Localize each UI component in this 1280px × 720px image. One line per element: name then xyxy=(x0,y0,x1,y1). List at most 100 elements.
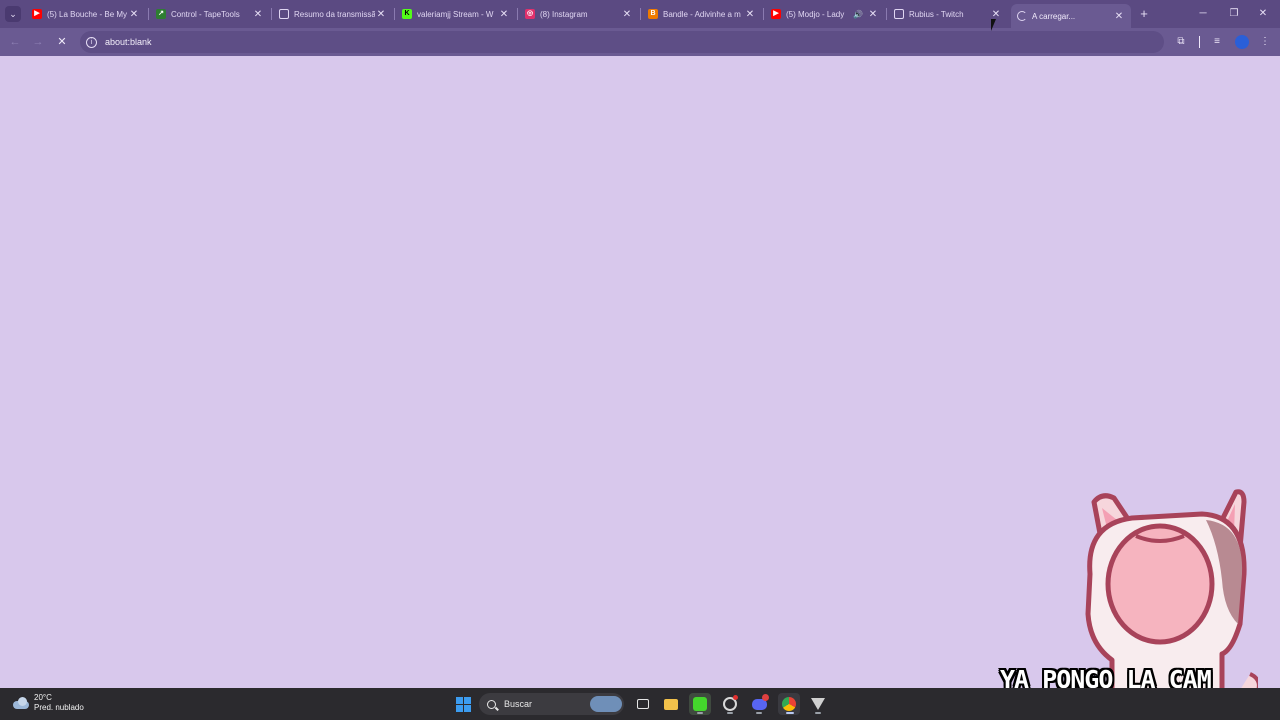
close-window-button[interactable]: ✕ xyxy=(1248,4,1278,24)
youtube-icon: ▶ xyxy=(771,9,781,19)
close-tab-icon[interactable]: ✕ xyxy=(375,9,387,20)
extensions-icon[interactable]: ⧉ xyxy=(1173,34,1189,50)
close-tab-icon[interactable]: ✕ xyxy=(744,9,756,20)
more-menu-icon[interactable]: ⋮ xyxy=(1257,34,1273,50)
speaker-icon[interactable]: 🔊 xyxy=(853,10,863,19)
tab-title: A carregar... xyxy=(1032,11,1076,21)
close-tab-icon[interactable]: ✕ xyxy=(1113,11,1125,22)
running-indicator xyxy=(815,712,821,714)
close-tab-icon[interactable]: ✕ xyxy=(252,9,264,20)
tab-separator xyxy=(886,8,887,20)
tab-title: Rubius - Twitch xyxy=(909,9,964,19)
tab-title: valeriamjj Stream - W xyxy=(417,9,494,19)
close-icon: ✕ xyxy=(1258,8,1268,19)
windows-taskbar: 20°C Pred. nublado Buscar xyxy=(0,688,1280,720)
close-tab-icon[interactable]: ✕ xyxy=(621,9,633,20)
stop-loading-button[interactable]: ✕ xyxy=(54,34,70,50)
twitch-icon xyxy=(894,9,904,19)
tab-separator xyxy=(148,8,149,20)
minimize-button[interactable]: ─ xyxy=(1188,4,1218,24)
weather-widget[interactable]: 20°C Pred. nublado xyxy=(12,693,84,713)
windows-logo-icon xyxy=(455,696,471,712)
notification-badge xyxy=(762,694,769,701)
tab-separator xyxy=(640,8,641,20)
tab-rubius-twitch[interactable]: Rubius - Twitch ✕ xyxy=(888,4,1008,24)
running-indicator xyxy=(727,712,733,714)
file-explorer-button[interactable] xyxy=(660,693,682,715)
close-tab-icon[interactable]: ✕ xyxy=(867,9,879,20)
youtube-icon: ▶ xyxy=(32,9,42,19)
obs-app-button[interactable] xyxy=(719,693,741,715)
streamer-app-button[interactable] xyxy=(807,693,829,715)
running-indicator xyxy=(697,712,703,714)
profile-avatar[interactable] xyxy=(1235,35,1249,49)
taskbar-search[interactable]: Buscar xyxy=(479,693,624,715)
tab-strip: ⌄ ▶ (5) La Bouche - Be My Lover ✕ ↗ Cont… xyxy=(0,0,1280,28)
chrome-icon xyxy=(782,697,796,711)
chrome-app-button[interactable] xyxy=(778,693,800,715)
weather-temperature: 20°C xyxy=(34,693,52,702)
tab-title: Resumo da transmissão xyxy=(294,9,375,19)
cloud-icon xyxy=(12,697,30,709)
instagram-icon: ◎ xyxy=(525,9,535,19)
tab-loading-active[interactable]: A carregar... ✕ xyxy=(1011,4,1131,28)
cat-mouth xyxy=(1105,523,1215,645)
close-tab-icon[interactable]: ✕ xyxy=(498,9,510,20)
search-highlight-image xyxy=(590,696,622,712)
back-button[interactable]: ← xyxy=(7,34,23,50)
tab-valeriamjj-stream[interactable]: K valeriamjj Stream - W ✕ xyxy=(396,4,516,24)
tab-tapetools[interactable]: ↗ Control - TapeTools ✕ xyxy=(150,4,270,24)
media-controls-icon[interactable]: ≡ xyxy=(1209,34,1225,50)
tab-separator xyxy=(394,8,395,20)
task-view-button[interactable] xyxy=(632,693,654,715)
tab-title: Bandle - Adivinhe a m xyxy=(663,9,741,19)
close-tab-icon[interactable]: ✕ xyxy=(128,9,140,20)
minimize-icon: ─ xyxy=(1199,8,1207,19)
running-indicator xyxy=(756,712,762,714)
tapetools-icon: ↗ xyxy=(156,9,166,19)
new-tab-button[interactable]: + xyxy=(1136,6,1152,22)
address-text[interactable]: about:blank xyxy=(105,37,152,47)
address-bar[interactable]: i about:blank xyxy=(80,31,1164,53)
task-view-icon xyxy=(637,699,649,709)
tab-title: (5) Modjo - Lady xyxy=(786,9,845,19)
info-icon[interactable]: i xyxy=(86,36,97,48)
close-icon: ✕ xyxy=(57,36,67,48)
weather-description: Pred. nublado xyxy=(34,703,84,712)
razer-icon xyxy=(693,697,707,711)
kick-icon: K xyxy=(402,9,412,19)
tab-separator xyxy=(517,8,518,20)
forward-button[interactable]: → xyxy=(30,34,46,50)
app-triangle-icon xyxy=(811,698,825,710)
recording-dot-icon xyxy=(733,695,738,700)
start-button[interactable] xyxy=(452,693,474,715)
twitch-icon xyxy=(279,9,289,19)
restore-button[interactable]: ❐ xyxy=(1219,4,1249,24)
plus-icon: + xyxy=(1140,6,1148,21)
arrow-left-icon: ← xyxy=(9,36,21,48)
folder-icon xyxy=(664,698,678,710)
discord-app-button[interactable] xyxy=(748,693,770,715)
tab-la-bouche[interactable]: ▶ (5) La Bouche - Be My Lover ✕ xyxy=(26,4,146,24)
tab-title: Control - TapeTools xyxy=(171,9,240,19)
tab-separator xyxy=(763,8,764,20)
razer-app-button[interactable] xyxy=(689,693,711,715)
tab-resumo-transmissao[interactable]: Resumo da transmissão ✕ xyxy=(273,4,393,24)
tab-modjo-lady[interactable]: ▶ (5) Modjo - Lady 🔊 ✕ xyxy=(765,4,885,24)
bandle-icon: B xyxy=(648,9,658,19)
tab-title: (5) La Bouche - Be My Lover xyxy=(47,9,128,19)
chevron-down-icon: ⌄ xyxy=(9,9,17,19)
search-icon xyxy=(487,699,496,709)
loading-spinner-icon xyxy=(1017,11,1027,21)
tab-bandle[interactable]: B Bandle - Adivinhe a m ✕ xyxy=(642,4,762,24)
toolbar-divider xyxy=(1199,36,1200,48)
tab-separator xyxy=(271,8,272,20)
tab-search-button[interactable]: ⌄ xyxy=(5,6,21,22)
browser-toolbar: ← → ✕ i about:blank ⧉ ≡ ⋮ xyxy=(0,28,1280,56)
running-indicator xyxy=(786,712,794,714)
tab-title: (8) Instagram xyxy=(540,9,588,19)
tab-instagram[interactable]: ◎ (8) Instagram ✕ xyxy=(519,4,639,24)
close-tab-icon[interactable]: ✕ xyxy=(990,9,1002,20)
arrow-right-icon: → xyxy=(32,36,44,48)
search-label: Buscar xyxy=(504,699,533,709)
